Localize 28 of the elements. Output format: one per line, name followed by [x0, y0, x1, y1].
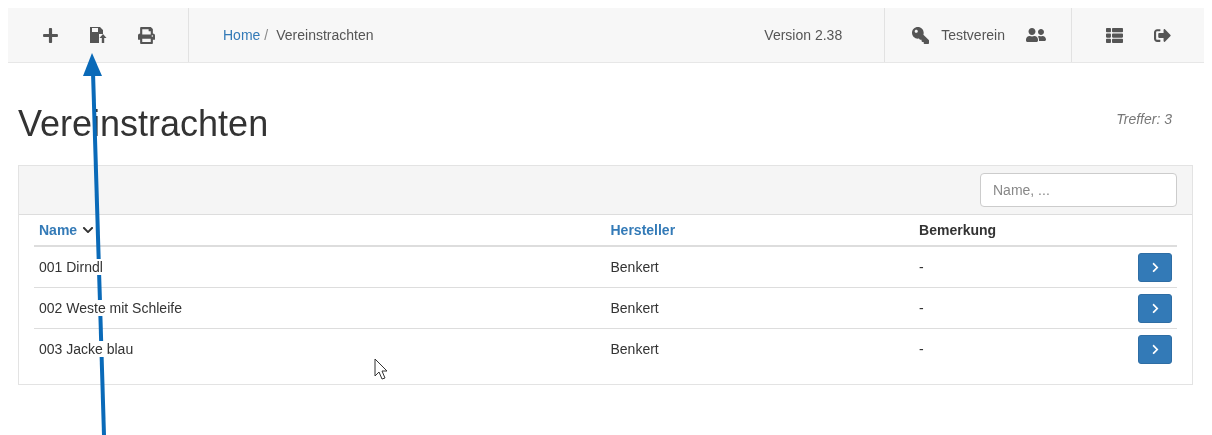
breadcrumb-link[interactable]: Home	[223, 27, 261, 43]
plus-icon	[41, 26, 59, 44]
column-header-link[interactable]: Name	[39, 222, 95, 238]
table-cell: Benkert	[610, 259, 659, 275]
breadcrumb-current: Vereinstrachten	[276, 27, 374, 43]
users-icon	[1026, 25, 1046, 45]
open-button[interactable]	[1138, 293, 1172, 323]
table-cell: 003 Jacke blau	[39, 341, 134, 357]
user-name: Testverein	[941, 27, 1005, 43]
breadcrumb-separator: /	[263, 27, 270, 43]
column-header: Bemerkung	[919, 222, 997, 238]
search-field[interactable]: Name, ...	[980, 173, 1177, 207]
list-icon	[1105, 26, 1123, 44]
hit-count: Treffer: 3	[1116, 111, 1172, 127]
open-button[interactable]	[1138, 334, 1172, 364]
table-cell: 002 Weste mit Schleife	[39, 300, 182, 316]
table-cell: 001 Dirndl	[39, 259, 103, 275]
column-header-link[interactable]: Hersteller	[610, 222, 676, 238]
save-upload-icon	[89, 26, 107, 44]
table-cell: Benkert	[610, 341, 659, 357]
mouse-cursor-icon	[374, 358, 388, 380]
version-label: Version 2.38	[764, 27, 844, 43]
table-cell: Benkert	[610, 300, 659, 316]
logout-icon	[1153, 26, 1171, 44]
open-button[interactable]	[1138, 252, 1172, 282]
sort-chevron-icon	[82, 224, 95, 236]
printer-icon	[137, 26, 155, 44]
key-icon	[911, 26, 929, 44]
